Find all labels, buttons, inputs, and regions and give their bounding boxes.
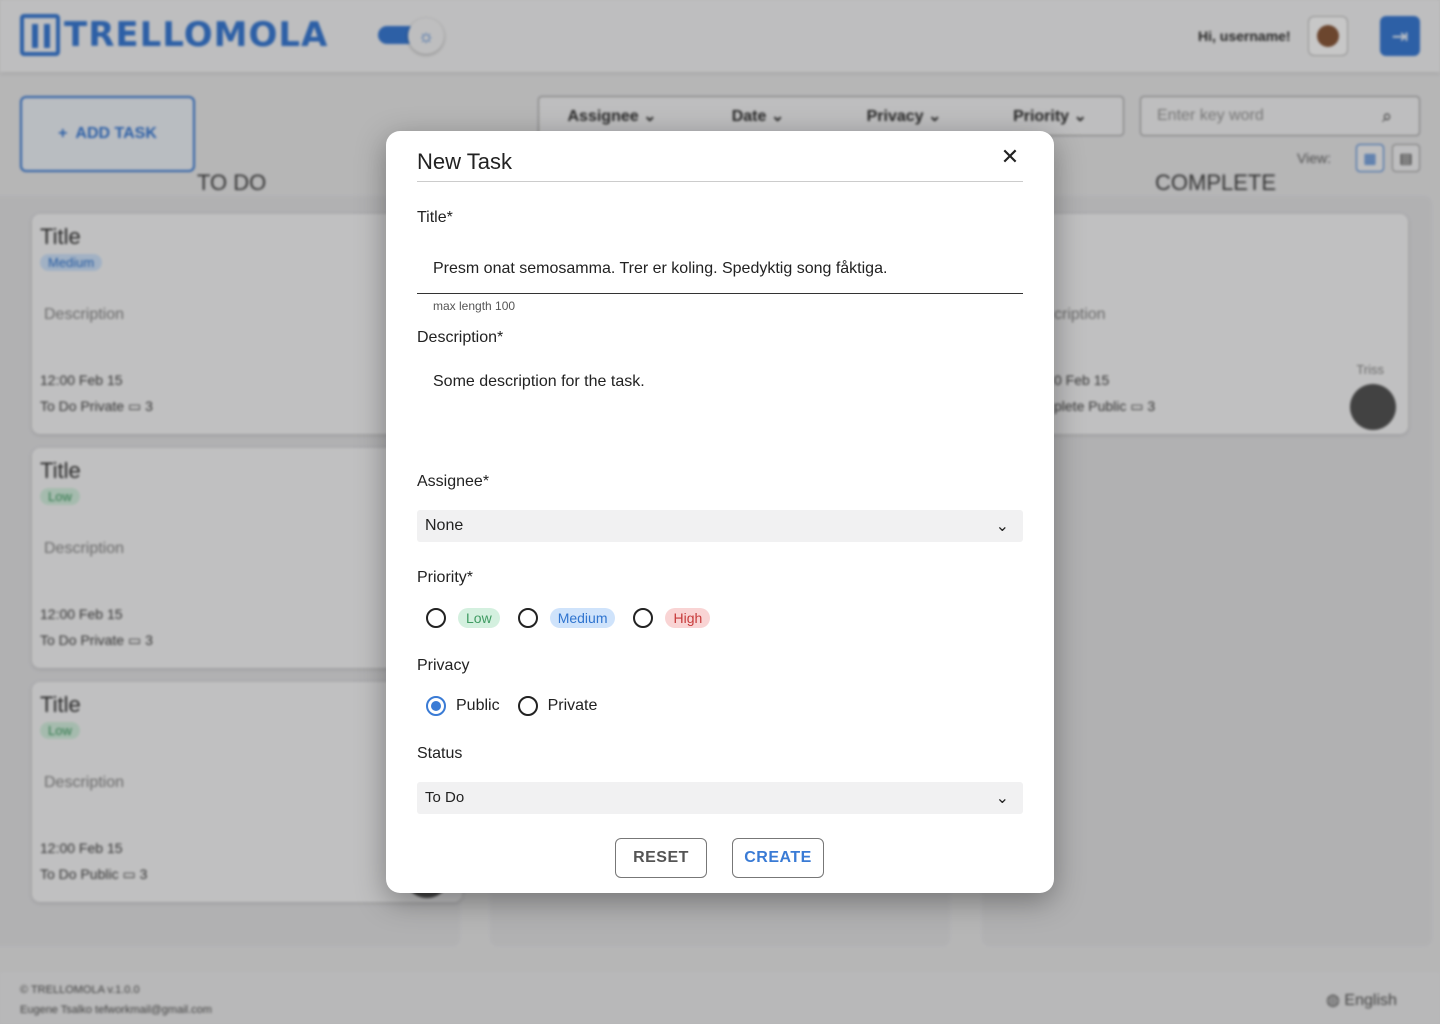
divider (417, 181, 1023, 182)
close-icon[interactable]: ✕ (998, 145, 1022, 169)
priority-radio-group: Low Medium High (426, 608, 728, 628)
assignee-select[interactable]: None ⌄ (417, 510, 1023, 542)
assignee-label: Assignee* (417, 473, 490, 490)
priority-chip-high: High (665, 608, 711, 628)
status-select[interactable]: To Do ⌄ (417, 782, 1023, 814)
priority-chip-low: Low (458, 608, 500, 628)
priority-radio-low[interactable] (426, 608, 446, 628)
priority-radio-medium[interactable] (517, 608, 538, 628)
priority-radio-high[interactable] (633, 608, 654, 628)
privacy-radio-public[interactable] (426, 696, 446, 716)
title-helper-text: max length 100 (433, 299, 516, 313)
privacy-radio-private[interactable] (517, 696, 538, 716)
new-task-dialog: New Task ✕ Title* Presm onat semosamma. … (386, 131, 1054, 893)
description-label: Description* (417, 329, 504, 346)
privacy-option-public: Public (456, 697, 500, 714)
privacy-option-private: Private (547, 697, 598, 714)
priority-chip-medium: Medium (549, 608, 616, 628)
create-button[interactable]: CREATE (732, 838, 824, 878)
privacy-label: Privacy (417, 657, 470, 674)
description-textarea[interactable]: Some description for the task. (433, 373, 645, 391)
chevron-down-icon: ⌄ (995, 790, 1009, 807)
chevron-down-icon: ⌄ (995, 518, 1009, 535)
title-label: Title* (417, 209, 453, 226)
dialog-title: New Task (417, 149, 512, 174)
title-input[interactable]: Presm onat semosamma. Trer er koling. Sp… (417, 243, 1023, 294)
reset-button[interactable]: RESET (615, 838, 707, 878)
status-label: Status (417, 745, 463, 762)
privacy-radio-group: Public Private (426, 696, 615, 716)
priority-label: Priority* (417, 569, 474, 586)
